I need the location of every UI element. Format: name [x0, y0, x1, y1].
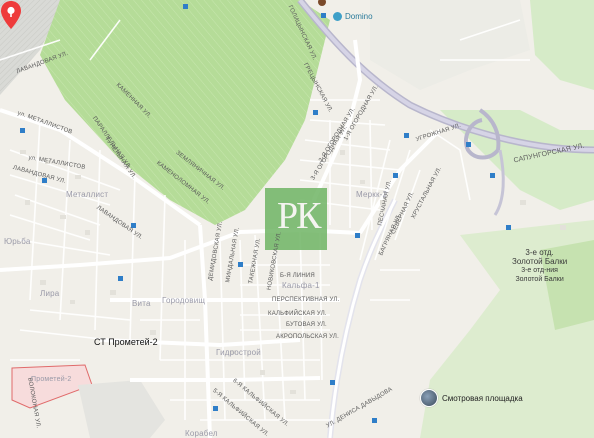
district-label: Лира — [40, 289, 60, 298]
map-view[interactable]: РК ул. МЕТАЛЛИСТОВ ПАРАЛЛЕЛЬНАЯ УЛ. ТУНЕ… — [0, 0, 594, 438]
district-label: Юрьба — [4, 237, 31, 246]
poi-label: Domino — [345, 12, 373, 21]
district-label: Гидрострой — [216, 348, 261, 357]
district-label: Кальфа-1 — [282, 281, 320, 290]
poi-viewpoint[interactable]: Смотровая площадка — [420, 389, 523, 407]
place-line: 3-е отд. — [525, 248, 554, 257]
poi-label: Смотровая площадка — [442, 393, 523, 403]
location-pin-icon[interactable] — [0, 0, 22, 30]
district-label: Меркк-2 — [356, 190, 388, 199]
place-line: Золотой Балки — [515, 276, 564, 283]
district-label: Городовищ — [162, 296, 206, 305]
poi-icon — [333, 12, 342, 21]
district-label: Корабел — [185, 429, 218, 438]
place-line: Золотой Балки — [512, 257, 568, 266]
poi-domino[interactable]: Domino — [333, 12, 373, 21]
street-label: БУТОВАЯ УЛ. — [286, 322, 327, 328]
place-line: 3-е отд-ния — [521, 267, 558, 274]
place-label-zolotaya-balka: 3-е отд. Золотой Балки 3-е отд-ния Золот… — [512, 248, 567, 284]
street-label: КАЛЬФИЙСКАЯ УЛ. — [268, 311, 327, 317]
viewpoint-icon — [420, 389, 438, 407]
street-label: ПЕРСПЕКТИВНАЯ УЛ. — [272, 297, 340, 303]
district-label: Вита — [132, 299, 151, 308]
street-label: Б-Я ЛИНИЯ — [280, 273, 315, 279]
pin-label: СТ Прометей-2 — [94, 337, 158, 347]
district-label: Металлист — [66, 190, 109, 199]
district-label: Прометей-2 — [31, 376, 72, 383]
street-label: АКРОПОЛЬСКАЯ УЛ. — [276, 334, 339, 340]
logo-text: РК — [277, 195, 322, 237]
